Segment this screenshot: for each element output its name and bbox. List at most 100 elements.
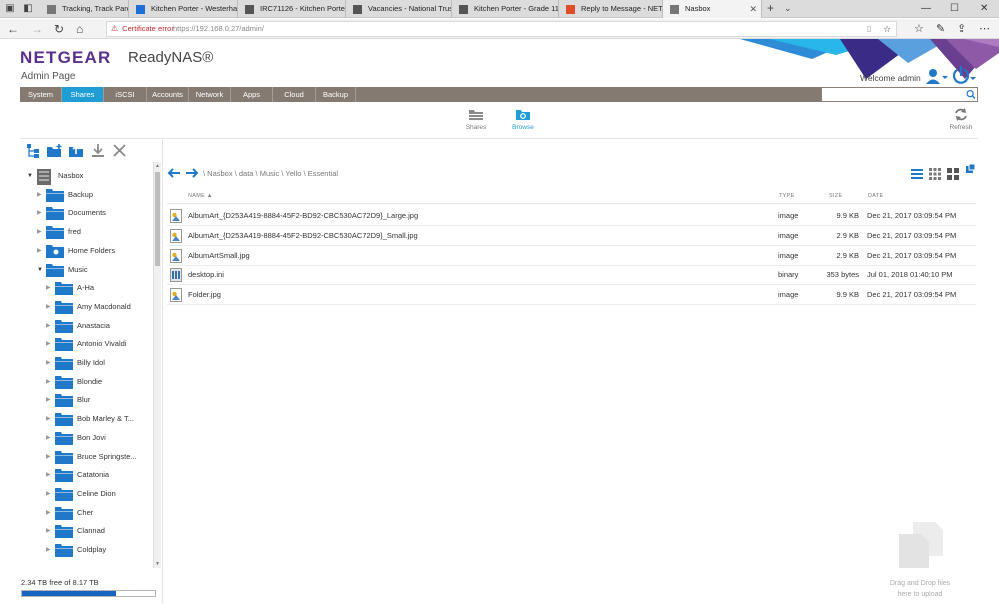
download-icon[interactable]	[89, 143, 107, 159]
pane-divider[interactable]	[162, 140, 163, 604]
scroll-down-icon[interactable]: ▼	[154, 560, 161, 568]
favorite-star-icon[interactable]: ☆	[883, 22, 891, 36]
menu-system[interactable]: System	[20, 87, 62, 102]
expand-arrow-icon[interactable]: ▶	[46, 317, 54, 335]
expand-arrow-icon[interactable]: ▶	[46, 335, 54, 353]
tree-item-music-folder[interactable]: ▶ Anastacia	[20, 317, 153, 335]
browser-tab[interactable]: Reply to Message - NETGEA	[559, 0, 663, 18]
expand-arrow-icon[interactable]: ▶	[46, 410, 54, 428]
tree-structure-icon[interactable]	[25, 143, 43, 159]
tab-back-icon[interactable]: ◧	[20, 0, 36, 18]
expand-arrow-icon[interactable]: ▶	[46, 448, 54, 466]
file-row[interactable]: desktop.ini binary 353 bytes Jul 01, 2018 0…	[167, 265, 976, 286]
tree-item-music-folder[interactable]: ▶ Celine Dion	[20, 485, 153, 503]
cut-icon[interactable]	[111, 143, 129, 159]
menu-shares[interactable]: Shares	[62, 87, 104, 102]
minimize-button[interactable]: —	[921, 0, 931, 18]
close-window-button[interactable]: ✕	[980, 0, 988, 18]
column-header-size[interactable]: SIZE	[829, 193, 842, 199]
user-menu-icon[interactable]	[926, 68, 948, 84]
expand-arrow-icon[interactable]: ▶	[46, 279, 54, 297]
tree-item-documents[interactable]: ▶ Documents	[20, 204, 153, 222]
search-input[interactable]	[821, 87, 967, 102]
expand-arrow-icon[interactable]: ▶	[46, 354, 54, 372]
expand-arrow-icon[interactable]: ▶	[46, 298, 54, 316]
maximize-button[interactable]: ☐	[950, 0, 959, 18]
tree-item-nasbox[interactable]: ▼ Nasbox	[20, 167, 153, 185]
expand-arrow-icon[interactable]: ▶	[37, 186, 45, 204]
nav-back-arrow-icon[interactable]	[167, 167, 181, 179]
column-header-date[interactable]: DATE	[868, 193, 883, 199]
power-menu-icon[interactable]	[952, 66, 976, 86]
list-view-icon[interactable]	[911, 168, 923, 180]
browse-tool-button[interactable]: Browse	[505, 108, 541, 131]
file-row[interactable]: AlbumArtSmall.jpg image 2.9 KB Dec 21, 2017…	[167, 246, 976, 266]
tree-item-music-folder[interactable]: ▶ Bon Jovi	[20, 429, 153, 447]
browser-tab[interactable]: Kitchen Porter - Westerham	[129, 0, 238, 18]
browser-tab[interactable]: Vacancies - National Trust	[346, 0, 452, 18]
forward-icon[interactable]: →	[31, 21, 43, 37]
column-header-type[interactable]: TYPE	[779, 193, 795, 199]
new-folder-icon[interactable]	[46, 143, 64, 159]
expand-arrow-icon[interactable]: ▶	[46, 541, 54, 559]
browser-tab[interactable]: IRC71126 - Kitchen Porter	[238, 0, 346, 18]
tree-scrollbar[interactable]: ▲ ▼	[153, 162, 161, 568]
expand-arrow-icon[interactable]: ▶	[37, 223, 45, 241]
tree-item-music-folder[interactable]: ▶ Blondie	[20, 373, 153, 391]
collapse-arrow-icon[interactable]: ▼	[27, 167, 35, 185]
new-tab-button[interactable]: +	[767, 0, 774, 18]
breadcrumb[interactable]: \ Nasbox \ data \ Music \ Yello \ Essent…	[203, 169, 338, 178]
menu-backup[interactable]: Backup	[316, 87, 356, 102]
expand-arrow-icon[interactable]: ▶	[46, 429, 54, 447]
collapse-arrow-icon[interactable]: ▼	[37, 261, 45, 279]
small-icons-view-icon[interactable]	[929, 168, 941, 180]
search-icon[interactable]	[965, 87, 978, 102]
browser-tab[interactable]: Nasbox ✕	[663, 0, 762, 18]
tree-item-music[interactable]: ▼ Music	[20, 261, 153, 279]
tree-item-music-folder[interactable]: ▶ Bob Marley & T...	[20, 410, 153, 428]
tab-list-button[interactable]: ⌄	[784, 0, 792, 18]
expand-arrow-icon[interactable]: ▶	[46, 485, 54, 503]
scroll-up-icon[interactable]: ▲	[154, 162, 161, 170]
browser-tab[interactable]: Tracking, Track Parcels, Pack	[40, 0, 129, 18]
expand-arrow-icon[interactable]: ▶	[37, 242, 45, 260]
tree-item-music-folder[interactable]: ▶ Coldplay	[20, 541, 153, 559]
tree-item-music-folder[interactable]: ▶ Catatonia	[20, 466, 153, 484]
close-tab-icon[interactable]: ✕	[749, 0, 757, 18]
back-icon[interactable]: ←	[7, 21, 19, 37]
tree-item-backup[interactable]: ▶ Backup	[20, 186, 153, 204]
column-header-name[interactable]: NAME ▲	[188, 193, 213, 199]
large-icons-view-icon[interactable]	[947, 168, 959, 180]
menu-cloud[interactable]: Cloud	[273, 87, 316, 102]
tree-item-music-folder[interactable]: ▶ Blur	[20, 391, 153, 409]
expand-arrow-icon[interactable]: ▶	[46, 373, 54, 391]
home-icon[interactable]: ⌂	[76, 21, 83, 37]
url-field[interactable]: ⚠ Certificate error https://192.168.0.27/…	[106, 21, 897, 37]
share-icon[interactable]: ⇪	[957, 21, 966, 37]
pen-icon[interactable]: ✎	[936, 21, 945, 37]
menu-apps[interactable]: Apps	[231, 87, 273, 102]
tab-preview-icon[interactable]: ▣	[2, 0, 18, 18]
shares-tool-button[interactable]: Shares	[458, 108, 494, 131]
reading-view-icon[interactable]: ▯	[867, 22, 871, 36]
expand-arrow-icon[interactable]: ▶	[37, 204, 45, 222]
tree-item-fred[interactable]: ▶ fred	[20, 223, 153, 241]
browser-tab[interactable]: Kitchen Porter - Grade 11 (1	[452, 0, 559, 18]
file-row[interactable]: AlbumArt_{D253A419-8884-45F2-BD92-CBC530…	[167, 206, 976, 226]
scrollbar-thumb[interactable]	[155, 172, 160, 266]
tree-item-music-folder[interactable]: ▶ A-Ha	[20, 279, 153, 297]
tree-item-music-folder[interactable]: ▶ Billy Idol	[20, 354, 153, 372]
tree-item-music-folder[interactable]: ▶ Clannad	[20, 522, 153, 540]
menu-accounts[interactable]: Accounts	[147, 87, 189, 102]
tree-item-music-folder[interactable]: ▶ Cher	[20, 504, 153, 522]
expand-arrow-icon[interactable]: ▶	[46, 504, 54, 522]
more-icon[interactable]: ⋯	[979, 21, 990, 37]
file-row[interactable]: AlbumArt_{D253A419-8884-45F2-BD92-CBC530…	[167, 226, 976, 246]
reload-icon[interactable]: ↻	[54, 21, 64, 37]
upload-folder-icon[interactable]	[68, 143, 86, 159]
tree-item-music-folder[interactable]: ▶ Antonio Vivaldi	[20, 335, 153, 353]
certificate-error[interactable]: ⚠ Certificate error	[111, 22, 174, 36]
favorites-icon[interactable]: ☆	[914, 21, 924, 37]
file-row[interactable]: Folder.jpg image 9.9 KB Dec 21, 2017 03:09:…	[167, 285, 976, 306]
expand-arrow-icon[interactable]: ▶	[46, 466, 54, 484]
